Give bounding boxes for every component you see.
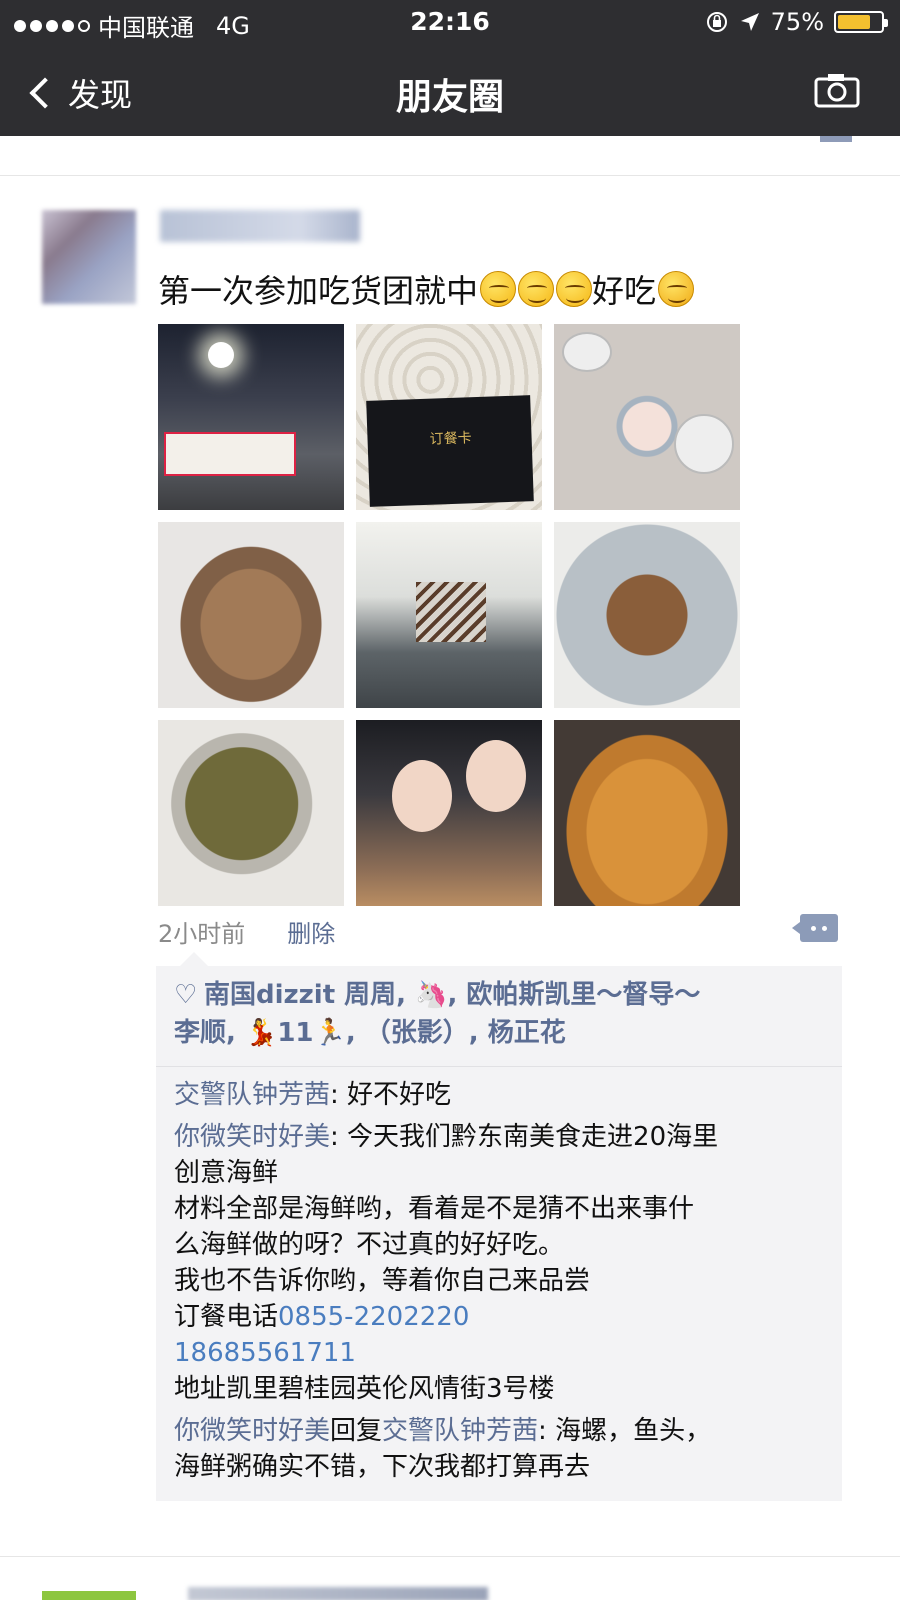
thinking-emoji-icon (658, 271, 695, 307)
post-body-suffix: 好吃 (592, 272, 657, 310)
avatar[interactable] (42, 210, 136, 304)
reply-word: 回复 (330, 1416, 383, 1446)
likes-names-3[interactable]: 李顺, (174, 1018, 245, 1048)
post-text: 第一次参加吃货团就中 好吃 (158, 266, 695, 312)
photo-group-banner[interactable] (158, 324, 344, 510)
camera-icon[interactable] (814, 72, 860, 108)
comment-author[interactable]: 你微笑时好美 (174, 1122, 330, 1152)
username-blurred[interactable] (160, 210, 360, 242)
photo-selfie[interactable] (356, 720, 542, 906)
comment-author[interactable]: 交警队钟芳茜 (174, 1080, 330, 1110)
phone-link[interactable]: 18685561711 (174, 1338, 356, 1368)
dancer-emoji-icon: 💃 (244, 1018, 278, 1048)
menu-card-text: 订餐卡 (429, 430, 472, 448)
likes-names-2[interactable]: , 欧帕斯凯里～督导～ (448, 980, 701, 1010)
comment-text: 么海鲜做的呀？不过真的好好吃。 (174, 1230, 565, 1260)
comment-author[interactable]: 你微笑时好美 (174, 1416, 330, 1446)
comments-list: 交警队钟芳茜: 好不好吃 你微笑时好美: 今天我们黔东南美食走进20海里 创意海… (156, 1067, 842, 1501)
status-indicators: 75% (705, 8, 888, 36)
post-body: 第一次参加吃货团就中 (158, 272, 479, 310)
comment-text: 海鲜粥确实不错，下次我都打算再去 (174, 1452, 591, 1482)
blush-emoji-icon (518, 271, 555, 307)
likes-comments-panel: ♡ 南国dizzit 周周, 🦄, 欧帕斯凯里～督导～ 李顺, 💃11🏃, （张影… (156, 952, 842, 1501)
comment-text: : 海螺，鱼头， (538, 1416, 712, 1446)
photo-fried-seafood[interactable] (554, 720, 740, 906)
previous-comment-button[interactable] (820, 136, 852, 142)
comment-text: 创意海鲜 (174, 1158, 279, 1188)
post-meta: 2小时前 删除 (158, 914, 335, 949)
comment-text: 订餐电话 (174, 1302, 279, 1332)
blush-emoji-icon (556, 271, 593, 307)
phone-link[interactable]: 0855-2202220 (278, 1302, 469, 1332)
next-avatar[interactable] (42, 1591, 136, 1600)
likes-names-5[interactable]: , （张影）, 杨正花 (346, 1018, 566, 1048)
nav-bar: 发现 朋友圈 (0, 44, 900, 136)
delete-button[interactable]: 删除 (287, 914, 335, 949)
unicorn-emoji-icon: 🦄 (415, 980, 448, 1010)
heart-icon: ♡ (174, 980, 198, 1010)
likes-list: ♡ 南国dizzit 周周, 🦄, 欧帕斯凯里～督导～ 李顺, 💃11🏃, （张影… (156, 966, 842, 1067)
comment-item[interactable]: 你微笑时好美: 今天我们黔东南美食走进20海里 创意海鲜 材料全部是海鲜哟，看着… (174, 1119, 822, 1407)
battery-percent: 75% (770, 8, 824, 36)
comment-item[interactable]: 你微笑时好美回复交警队钟芳茜: 海螺，鱼头， 海鲜粥确实不错，下次我都打算再去 (174, 1413, 822, 1485)
reply-target[interactable]: 交警队钟芳茜 (382, 1416, 538, 1446)
location-arrow-icon (740, 13, 759, 31)
photo-table-dishes[interactable] (554, 324, 740, 510)
post-time: 2小时前 (158, 920, 246, 948)
comment-text: : 好不好吃 (330, 1080, 452, 1110)
likes-names-4[interactable]: 11 (277, 1018, 313, 1048)
lock-rotation-icon (706, 12, 727, 32)
page-title: 朋友圈 (395, 77, 504, 118)
photo-menu-card[interactable]: 订餐卡 (356, 324, 542, 510)
comment-item[interactable]: 交警队钟芳茜: 好不好吃 (174, 1077, 822, 1113)
next-username-blurred[interactable] (188, 1587, 488, 1600)
status-bar: 中国联通 4G 22:16 75% (0, 0, 900, 44)
blush-emoji-icon (480, 271, 517, 307)
comment-text: 材料全部是海鲜哟，看着是不是猜不出来事什 (174, 1194, 695, 1224)
battery-icon (834, 11, 888, 33)
next-post-edge (0, 1556, 900, 1600)
comment-options-button[interactable] (792, 914, 838, 942)
comment-text: 我也不告诉你哟，等着你自己来品尝 (174, 1266, 591, 1296)
photo-restaurant-interior[interactable] (356, 522, 542, 708)
runner-emoji-icon: 🏃 (313, 1018, 346, 1048)
comment-text: 地址凯里碧桂园英伦风情街3号楼 (174, 1374, 555, 1404)
photo-grid: 订餐卡 (158, 324, 742, 906)
previous-post-edge (0, 136, 900, 176)
photo-clay-pot-stir-fry[interactable] (158, 720, 344, 906)
photo-fried-mantis-shrimp[interactable] (158, 522, 344, 708)
likes-names-1[interactable]: 南国dizzit 周周, (204, 980, 415, 1010)
comment-text: : 今天我们黔东南美食走进20海里 (330, 1122, 719, 1152)
moments-post: 第一次参加吃货团就中 好吃 订餐卡 2小时前 删除 ♡ 南国dizzit 周周, … (0, 176, 900, 1556)
photo-razor-clam-plate[interactable] (554, 522, 740, 708)
